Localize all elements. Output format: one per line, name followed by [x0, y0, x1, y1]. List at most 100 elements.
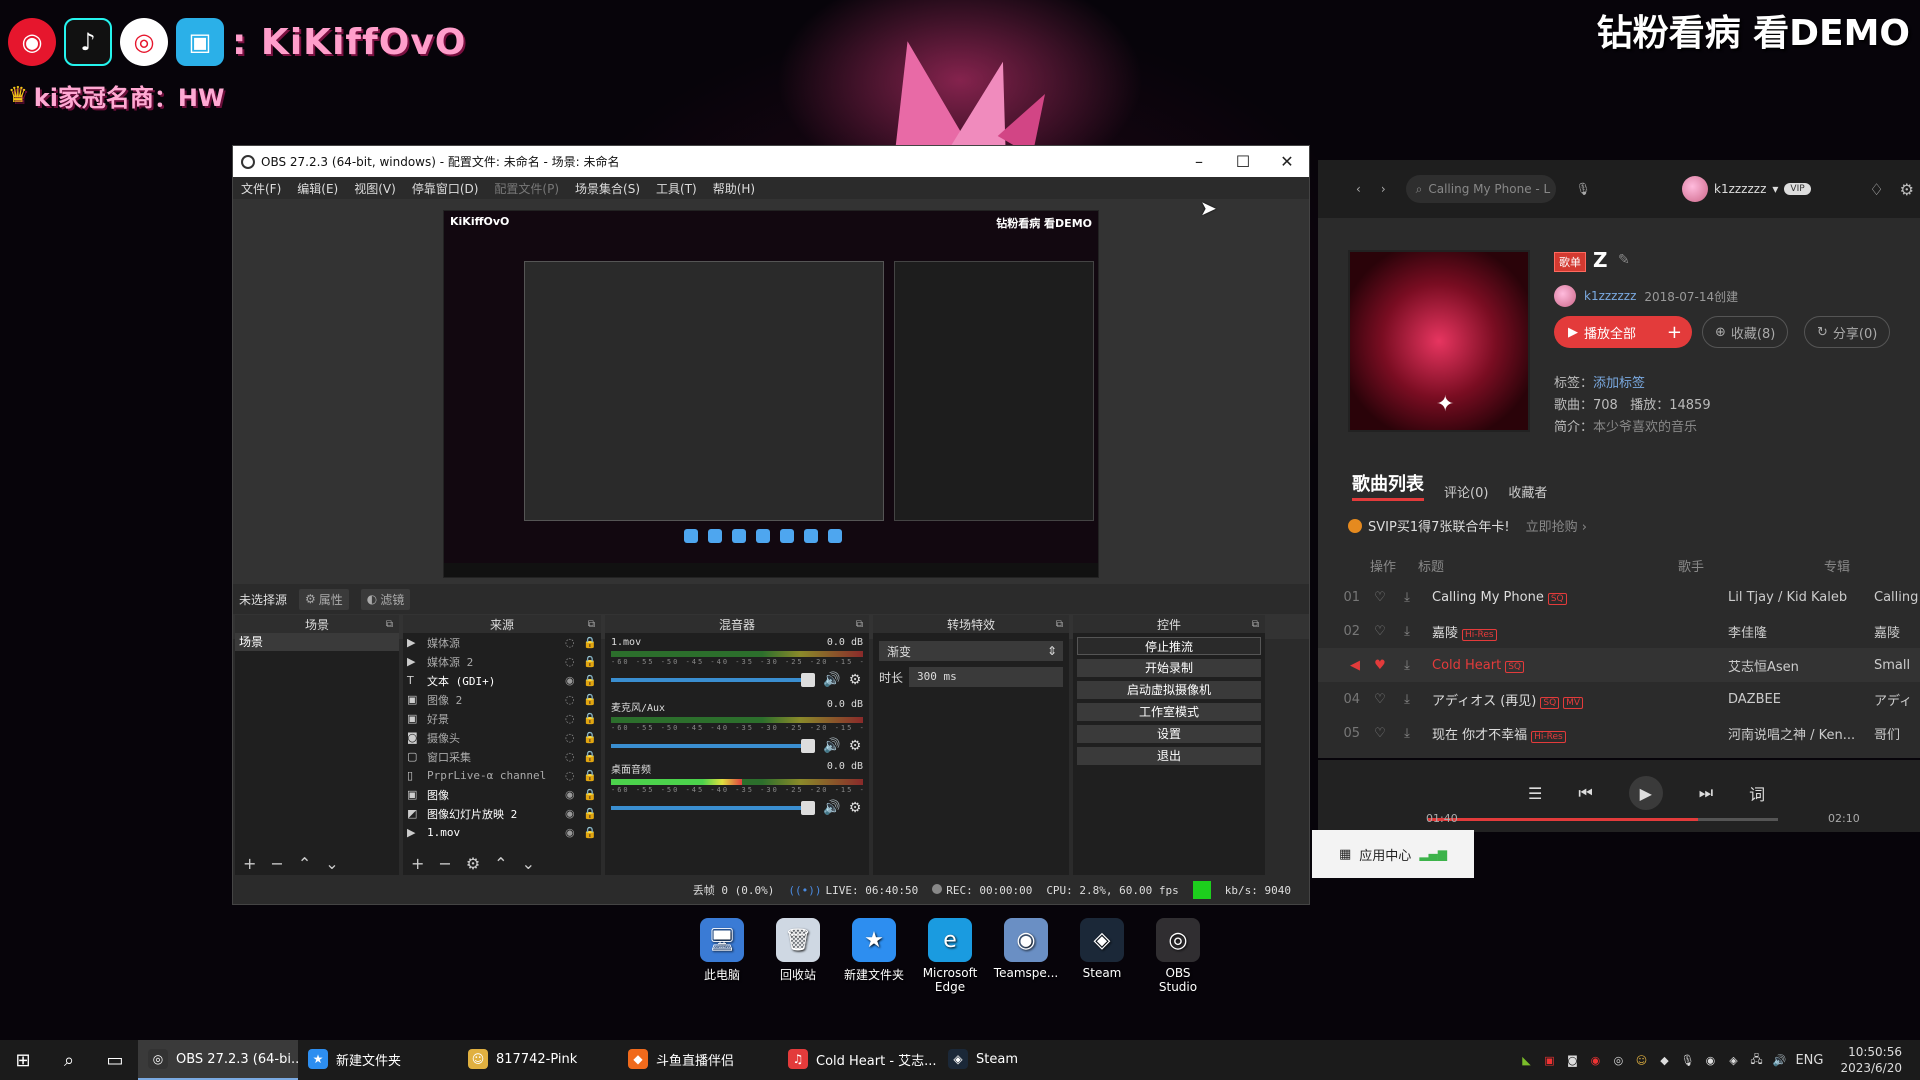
song-artist[interactable]: DAZBEE	[1728, 692, 1874, 707]
taskbar-app[interactable]: ◎ OBS 27.2.3 (64-bi...	[138, 1040, 298, 1080]
eye-off-icon[interactable]: ◌	[565, 655, 583, 668]
app-tray-icon[interactable]: ◆	[1657, 1053, 1671, 1067]
menu-docks[interactable]: 停靠窗口(D)	[412, 180, 479, 197]
volume-icon[interactable]: 🔊	[1772, 1053, 1787, 1067]
svip-buy-link[interactable]: 立即抢购 ›	[1526, 516, 1587, 535]
col-album-header[interactable]: 专辑	[1824, 556, 1850, 575]
volume-slider[interactable]	[611, 801, 815, 815]
creator-name[interactable]: k1zzzzzz	[1584, 289, 1636, 303]
song-artist[interactable]: 艾志恒Asen	[1728, 656, 1874, 675]
collect-button[interactable]: ⊕ 收藏(8)	[1702, 316, 1789, 348]
float-dock-icon[interactable]: ⧉	[386, 619, 393, 630]
desktop-icon[interactable]: ◉ Teamspe...	[994, 918, 1058, 994]
progress-bar[interactable]	[1428, 818, 1778, 821]
microphone-icon[interactable]: 🎙	[1576, 182, 1591, 196]
download-icon[interactable]: ⤓	[1392, 590, 1422, 605]
lock-icon[interactable]: 🔒	[583, 693, 601, 706]
song-album[interactable]: アディ	[1874, 690, 1920, 709]
obs-preview[interactable]: KiKiffOvO 钻粉看病 看DEMO	[443, 210, 1099, 578]
user-menu[interactable]: k1zzzzzz ▾ VIP	[1682, 176, 1811, 202]
menu-file[interactable]: 文件(F)	[241, 180, 281, 197]
lock-icon[interactable]: 🔒	[583, 826, 601, 839]
col-title-header[interactable]: 标题	[1396, 556, 1678, 575]
menu-edit[interactable]: 编辑(E)	[297, 180, 338, 197]
desktop-icon[interactable]: ◈ Steam	[1070, 918, 1134, 994]
source-item[interactable]: ▣ 图像 ◉ 🔒	[403, 785, 601, 804]
menu-view[interactable]: 视图(V)	[354, 180, 396, 197]
nvidia-icon[interactable]: ◣	[1519, 1053, 1533, 1067]
desktop-icon[interactable]: 🗑 回收站	[766, 918, 830, 994]
steam-tray-icon[interactable]: ◈	[1726, 1053, 1740, 1067]
slider-handle[interactable]	[801, 673, 815, 687]
source-item[interactable]: ▶ 媒体源 2 ◌ 🔒	[403, 652, 601, 671]
exit-button[interactable]: 退出	[1077, 747, 1261, 765]
app-tray-icon[interactable]: ▣	[1542, 1053, 1556, 1067]
close-button[interactable]: ✕	[1265, 152, 1309, 171]
download-icon[interactable]: ⤓	[1392, 624, 1422, 639]
heart-icon[interactable]: ♡	[1368, 624, 1392, 639]
speaker-icon[interactable]: 🔊	[823, 738, 840, 754]
play-button[interactable]: ▶	[1628, 776, 1663, 810]
lock-icon[interactable]: 🔒	[583, 769, 601, 782]
settings-button[interactable]: 设置	[1077, 725, 1261, 743]
tab-songs[interactable]: 歌曲列表	[1352, 470, 1424, 501]
heart-icon[interactable]: ♡	[1368, 726, 1392, 741]
float-dock-icon[interactable]: ⧉	[588, 619, 595, 630]
lock-icon[interactable]: 🔒	[583, 655, 601, 668]
song-row[interactable]: 04 ♡ ⤓ アディオス (再见) SQ MV DAZBEE アディ	[1318, 682, 1920, 716]
lock-icon[interactable]: 🔒	[583, 807, 601, 820]
source-item[interactable]: ◩ 图像幻灯片放映 2 ◉ 🔒	[403, 804, 601, 823]
obs-titlebar[interactable]: OBS 27.2.3 (64-bit, windows) - 配置文件: 未命名…	[233, 146, 1309, 177]
lock-icon[interactable]: 🔒	[583, 788, 601, 801]
prev-icon[interactable]: ⏮	[1578, 783, 1592, 803]
menu-help[interactable]: 帮助(H)	[713, 180, 755, 197]
forward-icon[interactable]: ›	[1381, 182, 1386, 196]
add-scene-button[interactable]: +	[243, 854, 256, 873]
source-item[interactable]: ▶ 1.mov ◉ 🔒	[403, 823, 601, 842]
song-artist[interactable]: 李佳隆	[1728, 622, 1874, 641]
desktop-icon[interactable]: ★ 新建文件夹	[842, 918, 906, 994]
download-icon[interactable]: ⤓	[1392, 692, 1422, 707]
source-item[interactable]: ▶ 媒体源 ◌ 🔒	[403, 633, 601, 652]
move-up-button[interactable]: ⌃	[298, 854, 311, 873]
source-item[interactable]: ▯ PrprLive-α channel ◌ 🔒	[403, 766, 601, 785]
source-item[interactable]: ▣ 图像 2 ◌ 🔒	[403, 690, 601, 709]
move-up-button[interactable]: ⌃	[494, 854, 507, 873]
svip-banner[interactable]: SVIP买1得7张联合年卡! 立即抢购 ›	[1348, 516, 1587, 535]
search-icon[interactable]: ⌕	[46, 1040, 92, 1080]
float-dock-icon[interactable]: ⧉	[856, 619, 863, 630]
eye-icon[interactable]: ◉	[565, 807, 583, 820]
app-tray-icon[interactable]: ◉	[1703, 1053, 1717, 1067]
network-icon[interactable]: 🖧	[1749, 1053, 1763, 1067]
song-artist[interactable]: Lil Tjay / Kid Kaleb	[1728, 590, 1874, 605]
song-album[interactable]: Small	[1874, 658, 1920, 673]
eye-icon[interactable]: ◉	[565, 674, 583, 687]
start-recording-button[interactable]: 开始录制	[1077, 659, 1261, 677]
eye-off-icon[interactable]: ◌	[565, 636, 583, 649]
song-album[interactable]: Calling	[1874, 590, 1920, 605]
tab-comments[interactable]: 评论(0)	[1444, 482, 1488, 501]
float-dock-icon[interactable]: ⧉	[1252, 619, 1259, 630]
song-row[interactable]: 01 ♡ ⤓ Calling My Phone SQ Lil Tjay / Kid Kal…	[1318, 580, 1920, 614]
song-album[interactable]: 嘉陵	[1874, 622, 1920, 641]
microphone-icon[interactable]: 🎙	[1680, 1053, 1694, 1067]
studio-mode-button[interactable]: 工作室模式	[1077, 703, 1261, 721]
move-down-button[interactable]: ⌄	[325, 854, 338, 873]
app-tray-icon[interactable]: ☺	[1634, 1053, 1648, 1067]
menu-scene-collection[interactable]: 场景集合(S)	[575, 180, 640, 197]
desktop-icon[interactable]: e Microsoft Edge	[918, 918, 982, 994]
virtual-camera-button[interactable]: 启动虚拟摄像机	[1077, 681, 1261, 699]
maximize-button[interactable]: ☐	[1221, 152, 1265, 171]
tab-collectors[interactable]: 收藏者	[1508, 482, 1547, 501]
transition-select[interactable]: 渐变 ⇕	[879, 641, 1063, 661]
add-icon[interactable]: +	[1667, 322, 1682, 343]
app-center-button[interactable]: ▦ 应用中心 ▂▄▆	[1312, 830, 1474, 878]
language-indicator[interactable]: ENG	[1795, 1053, 1823, 1068]
taskbar-app[interactable]: ♫ Cold Heart - 艾志...	[778, 1040, 938, 1080]
song-row[interactable]: 05 ♡ ⤓ 现在 你才不幸福 Hi-Res 河南说唱之神 / Ken... 哥们	[1318, 716, 1920, 750]
taskbar-app[interactable]: ◆ 斗鱼直播伴侣	[618, 1040, 778, 1080]
lock-icon[interactable]: 🔒	[583, 712, 601, 725]
app-tray-icon[interactable]: ◙	[1565, 1053, 1579, 1067]
music-search[interactable]: ⌕ Calling My Phone - L	[1405, 175, 1556, 203]
float-dock-icon[interactable]: ⧉	[1056, 619, 1063, 630]
